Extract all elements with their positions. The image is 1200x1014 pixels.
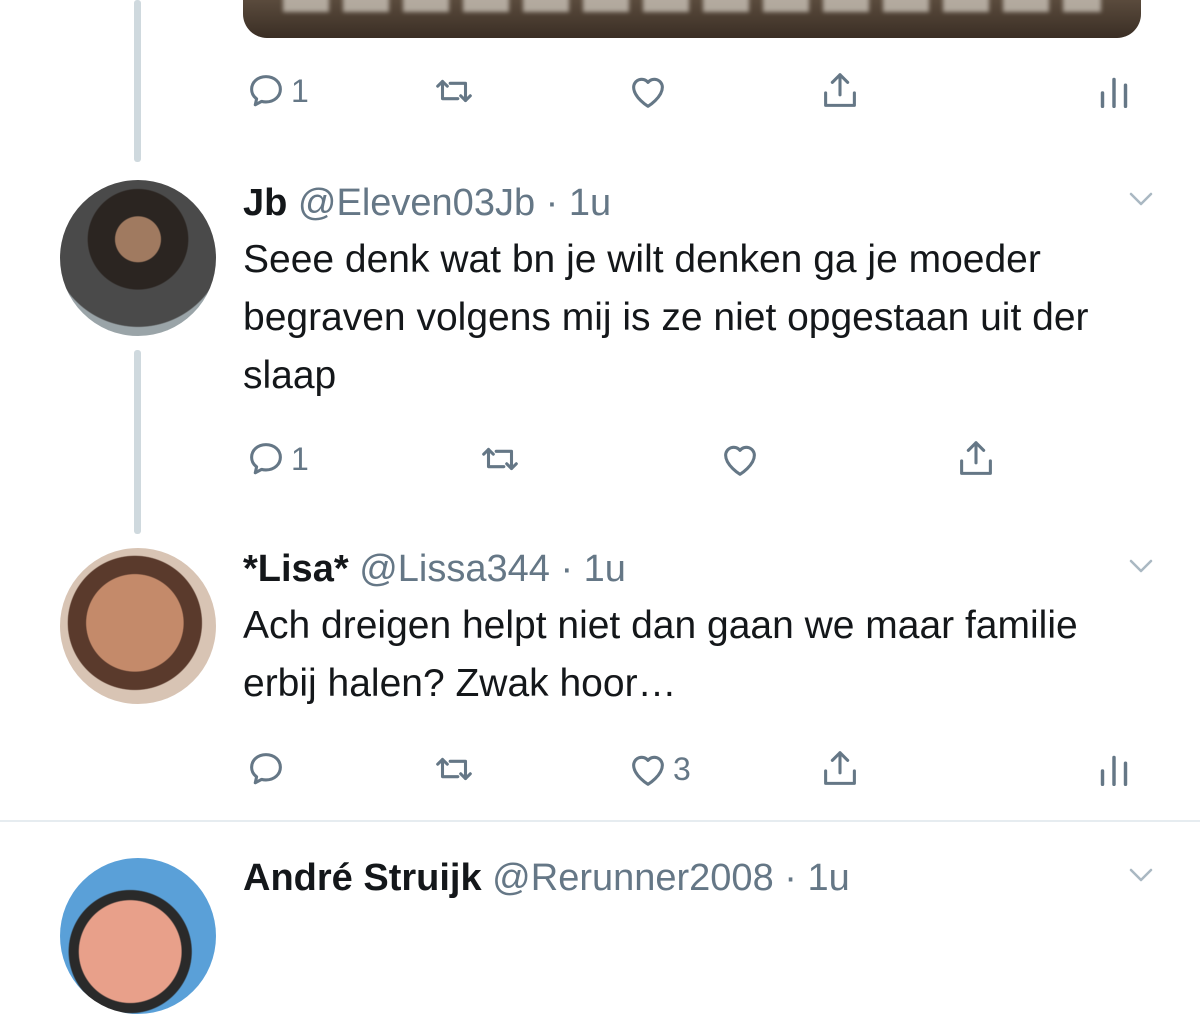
avatar[interactable] — [60, 180, 216, 336]
tweet: *Lisa* @Lissa344 · 1u Ach dreigen helpt … — [243, 547, 1160, 713]
thread-line-middle — [134, 350, 141, 534]
tweet-header: Jb @Eleven03Jb · 1u — [243, 181, 1160, 225]
chevron-down-icon[interactable] — [1126, 860, 1156, 890]
username[interactable]: @Eleven03Jb — [298, 182, 535, 224]
display-name[interactable]: Jb — [243, 182, 287, 224]
avatar[interactable] — [60, 548, 216, 704]
separator: · — [784, 857, 797, 899]
separator: · — [545, 182, 559, 224]
share-button[interactable] — [953, 434, 999, 484]
reply-button[interactable] — [243, 744, 291, 794]
timestamp[interactable]: 1u — [584, 548, 626, 590]
like-button[interactable] — [625, 66, 671, 116]
tweet-text: Seee denk wat bn je wilt denken ga je mo… — [243, 238, 1089, 397]
retweet-icon — [436, 757, 472, 781]
tweet-header: André Struijk @Rerunner2008 · 1u — [243, 856, 1160, 900]
display-name[interactable]: *Lisa* — [243, 548, 349, 590]
analytics-button[interactable] — [1091, 66, 1137, 116]
timestamp[interactable]: 1u — [569, 182, 611, 224]
tweet: Jb @Eleven03Jb · 1u Seee denk wat bn je … — [243, 181, 1160, 405]
media-preview[interactable] — [243, 0, 1141, 38]
analytics-button[interactable] — [1091, 744, 1137, 794]
like-button[interactable]: 3 — [625, 744, 691, 794]
username[interactable]: @Rerunner2008 — [492, 857, 774, 899]
username[interactable]: @Lissa344 — [359, 548, 550, 590]
tweet-header: *Lisa* @Lissa344 · 1u — [243, 547, 1160, 591]
chevron-down-icon[interactable] — [1126, 551, 1156, 581]
timestamp[interactable]: 1u — [807, 857, 849, 899]
reply-icon — [250, 75, 282, 107]
heart-icon — [632, 755, 664, 786]
tweet-text: Ach dreigen helpt niet dan gaan we maar … — [243, 604, 1078, 705]
analytics-icon — [1100, 755, 1128, 787]
reply-count: 1 — [291, 72, 309, 109]
action-bar: 1 — [243, 434, 1023, 484]
divider — [0, 820, 1200, 822]
share-icon — [824, 751, 856, 785]
reply-icon — [250, 753, 282, 785]
heart-icon — [632, 77, 664, 108]
display-name[interactable]: André Struijk — [243, 857, 482, 899]
share-icon — [824, 73, 856, 107]
share-icon — [960, 441, 992, 475]
separator: · — [560, 548, 574, 590]
reply-count: 1 — [291, 440, 309, 477]
like-count: 3 — [673, 750, 691, 787]
avatar[interactable] — [60, 858, 216, 1014]
retweet-icon — [482, 447, 518, 471]
thread-line-top — [134, 0, 141, 162]
retweet-icon — [436, 79, 472, 103]
retweet-button[interactable] — [431, 66, 477, 116]
reply-icon — [250, 443, 282, 475]
retweet-button[interactable] — [431, 744, 477, 794]
action-bar-top: 1 — [243, 66, 1143, 116]
heart-icon — [724, 445, 756, 476]
share-button[interactable] — [817, 66, 863, 116]
action-bar: 3 — [243, 744, 1143, 794]
chevron-down-icon[interactable] — [1126, 184, 1156, 214]
media-overlay-text — [283, 0, 1101, 12]
analytics-icon — [1100, 77, 1128, 109]
reply-button[interactable]: 1 — [243, 66, 309, 116]
share-button[interactable] — [817, 744, 863, 794]
reply-button[interactable]: 1 — [243, 434, 309, 484]
retweet-button[interactable] — [477, 434, 523, 484]
like-button[interactable] — [717, 434, 763, 484]
tweet: André Struijk @Rerunner2008 · 1u — [243, 856, 1160, 900]
